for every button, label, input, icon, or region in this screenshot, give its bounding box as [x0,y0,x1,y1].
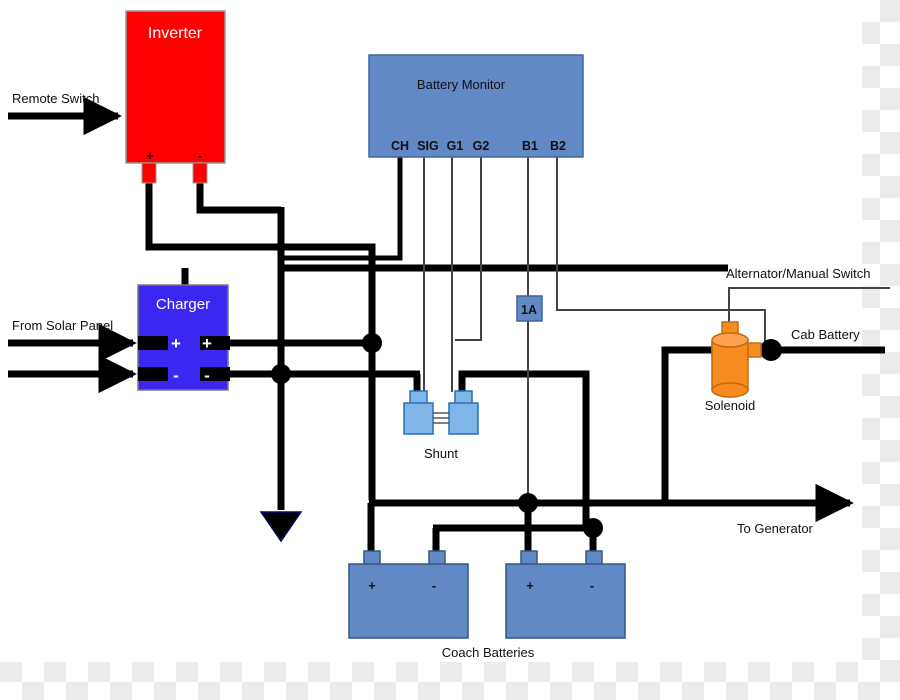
solenoid-top-cap [711,332,749,348]
label-cab-battery: Cab Battery [791,327,860,342]
battery2-minus-terminal [585,550,603,566]
label-to-generator: To Generator [737,521,814,536]
label-remote-switch: Remote Switch [12,91,99,106]
wiring-diagram-svg: Inverter + - Charger + - + - Battery Mon… [0,0,900,700]
solenoid-label: Solenoid [705,398,756,413]
inverter-minus-terminal [192,162,208,184]
inverter-minus-label: - [198,149,202,163]
charger-left-plus-terminal [138,336,168,350]
battery2-plus-label: + [526,579,533,593]
charger-right-minus-label: - [204,366,210,385]
wiring-diagram-canvas: Inverter + - Charger + - + - Battery Mon… [0,0,900,700]
label-alternator-manual-switch: Alternator/Manual Switch [726,266,871,281]
shunt-component[interactable]: Shunt [403,390,479,461]
label-from-solar-panel: From Solar Panel [12,318,113,333]
solenoid-bottom-cap [711,382,749,398]
coach-batteries-group[interactable]: + - + - Coach Batteries [348,550,626,660]
battery1-plus-label: + [368,579,375,593]
monitor-terminal-ch: CH [391,139,409,153]
charger-component[interactable]: Charger + - + - [137,284,230,391]
junction-battery1-minus [518,493,538,513]
monitor-terminal-b2: B2 [550,139,566,153]
battery2-plus-terminal [520,550,538,566]
junction-dots [271,333,782,538]
inverter-plus-label: + [146,149,153,163]
junction-charger-minus [271,364,291,384]
inverter-plus-terminal [141,162,157,184]
shunt-left-block[interactable] [403,402,434,435]
shunt-bars [433,412,449,424]
charger-left-minus-label: - [173,366,179,385]
battery1-minus-terminal [428,550,446,566]
charger-left-minus-terminal [138,367,168,381]
junction-battery2-plus [583,518,603,538]
charger-left-plus-label: + [171,334,181,353]
monitor-terminal-b1: B1 [522,139,538,153]
monitor-terminal-sig: SIG [417,139,439,153]
battery1-body[interactable] [348,563,469,639]
fuse-component[interactable]: 1A [516,295,543,322]
inverter-component[interactable]: Inverter + - [125,10,226,184]
wire-ch [281,157,403,261]
ground-symbol [259,511,303,543]
wire-b2 [556,157,766,345]
junction-charger-plus [362,333,382,353]
battery1-plus-terminal [363,550,381,566]
shunt-label: Shunt [424,446,458,461]
battery-monitor-label: Battery Monitor [417,77,506,92]
shunt-right-block[interactable] [448,402,479,435]
battery2-body[interactable] [505,563,626,639]
monitor-terminal-g2: G2 [473,139,490,153]
battery2-minus-label: - [590,579,594,593]
solenoid-component[interactable]: Solenoid [705,321,762,413]
wire-g2 [455,157,482,341]
charger-label: Charger [156,296,210,313]
battery1-minus-label: - [432,579,436,593]
battery-monitor-component[interactable]: Battery Monitor CH SIG G1 G2 B1 B2 [368,54,584,158]
monitor-terminal-g1: G1 [447,139,464,153]
junction-cab-battery [760,339,782,361]
fuse-label: 1A [521,303,537,317]
charger-right-plus-label: + [202,334,212,353]
coach-batteries-label: Coach Batteries [442,645,535,660]
inverter-label: Inverter [148,25,203,42]
